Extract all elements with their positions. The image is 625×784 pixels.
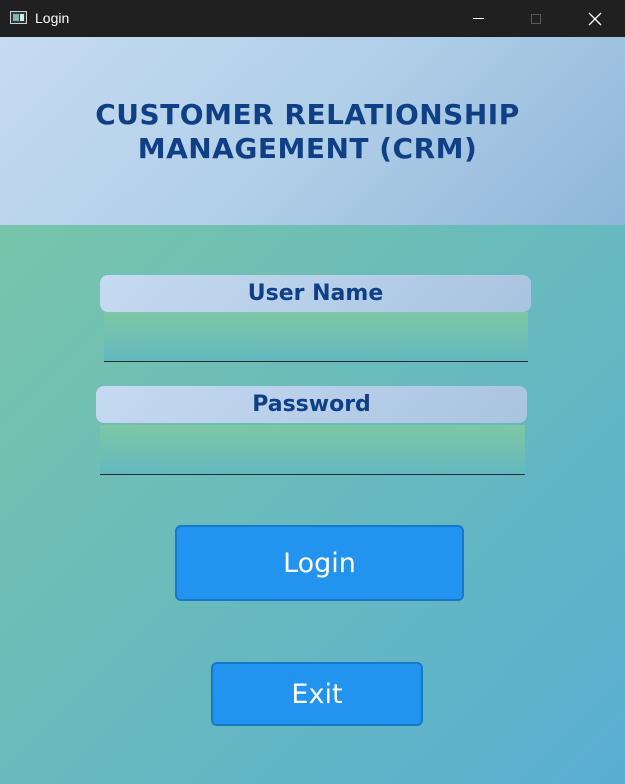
page-title-line-1: CUSTOMER RELATIONSHIP <box>95 98 520 131</box>
username-label: User Name <box>100 275 531 312</box>
close-icon <box>588 12 602 25</box>
password-input[interactable] <box>100 425 525 475</box>
maximize-icon <box>531 13 541 24</box>
login-form-area: CUSTOMER RELATIONSHIP MANAGEMENT (CRM) U… <box>0 37 625 784</box>
username-input[interactable] <box>104 312 528 362</box>
close-button[interactable] <box>566 0 624 37</box>
header-banner: CUSTOMER RELATIONSHIP MANAGEMENT (CRM) <box>0 37 625 225</box>
window-title: Login <box>35 10 70 26</box>
page-title: CUSTOMER RELATIONSHIP MANAGEMENT (CRM) <box>0 98 615 166</box>
password-label: Password <box>96 386 527 423</box>
login-button[interactable]: Login <box>175 525 464 601</box>
minimize-button[interactable] <box>449 0 507 37</box>
minimize-icon <box>472 18 484 19</box>
maximize-button[interactable] <box>507 0 565 37</box>
app-window-icon <box>10 11 27 24</box>
window-titlebar: Login <box>0 0 625 37</box>
exit-button[interactable]: Exit <box>211 662 423 726</box>
page-title-line-2: MANAGEMENT (CRM) <box>137 132 478 165</box>
